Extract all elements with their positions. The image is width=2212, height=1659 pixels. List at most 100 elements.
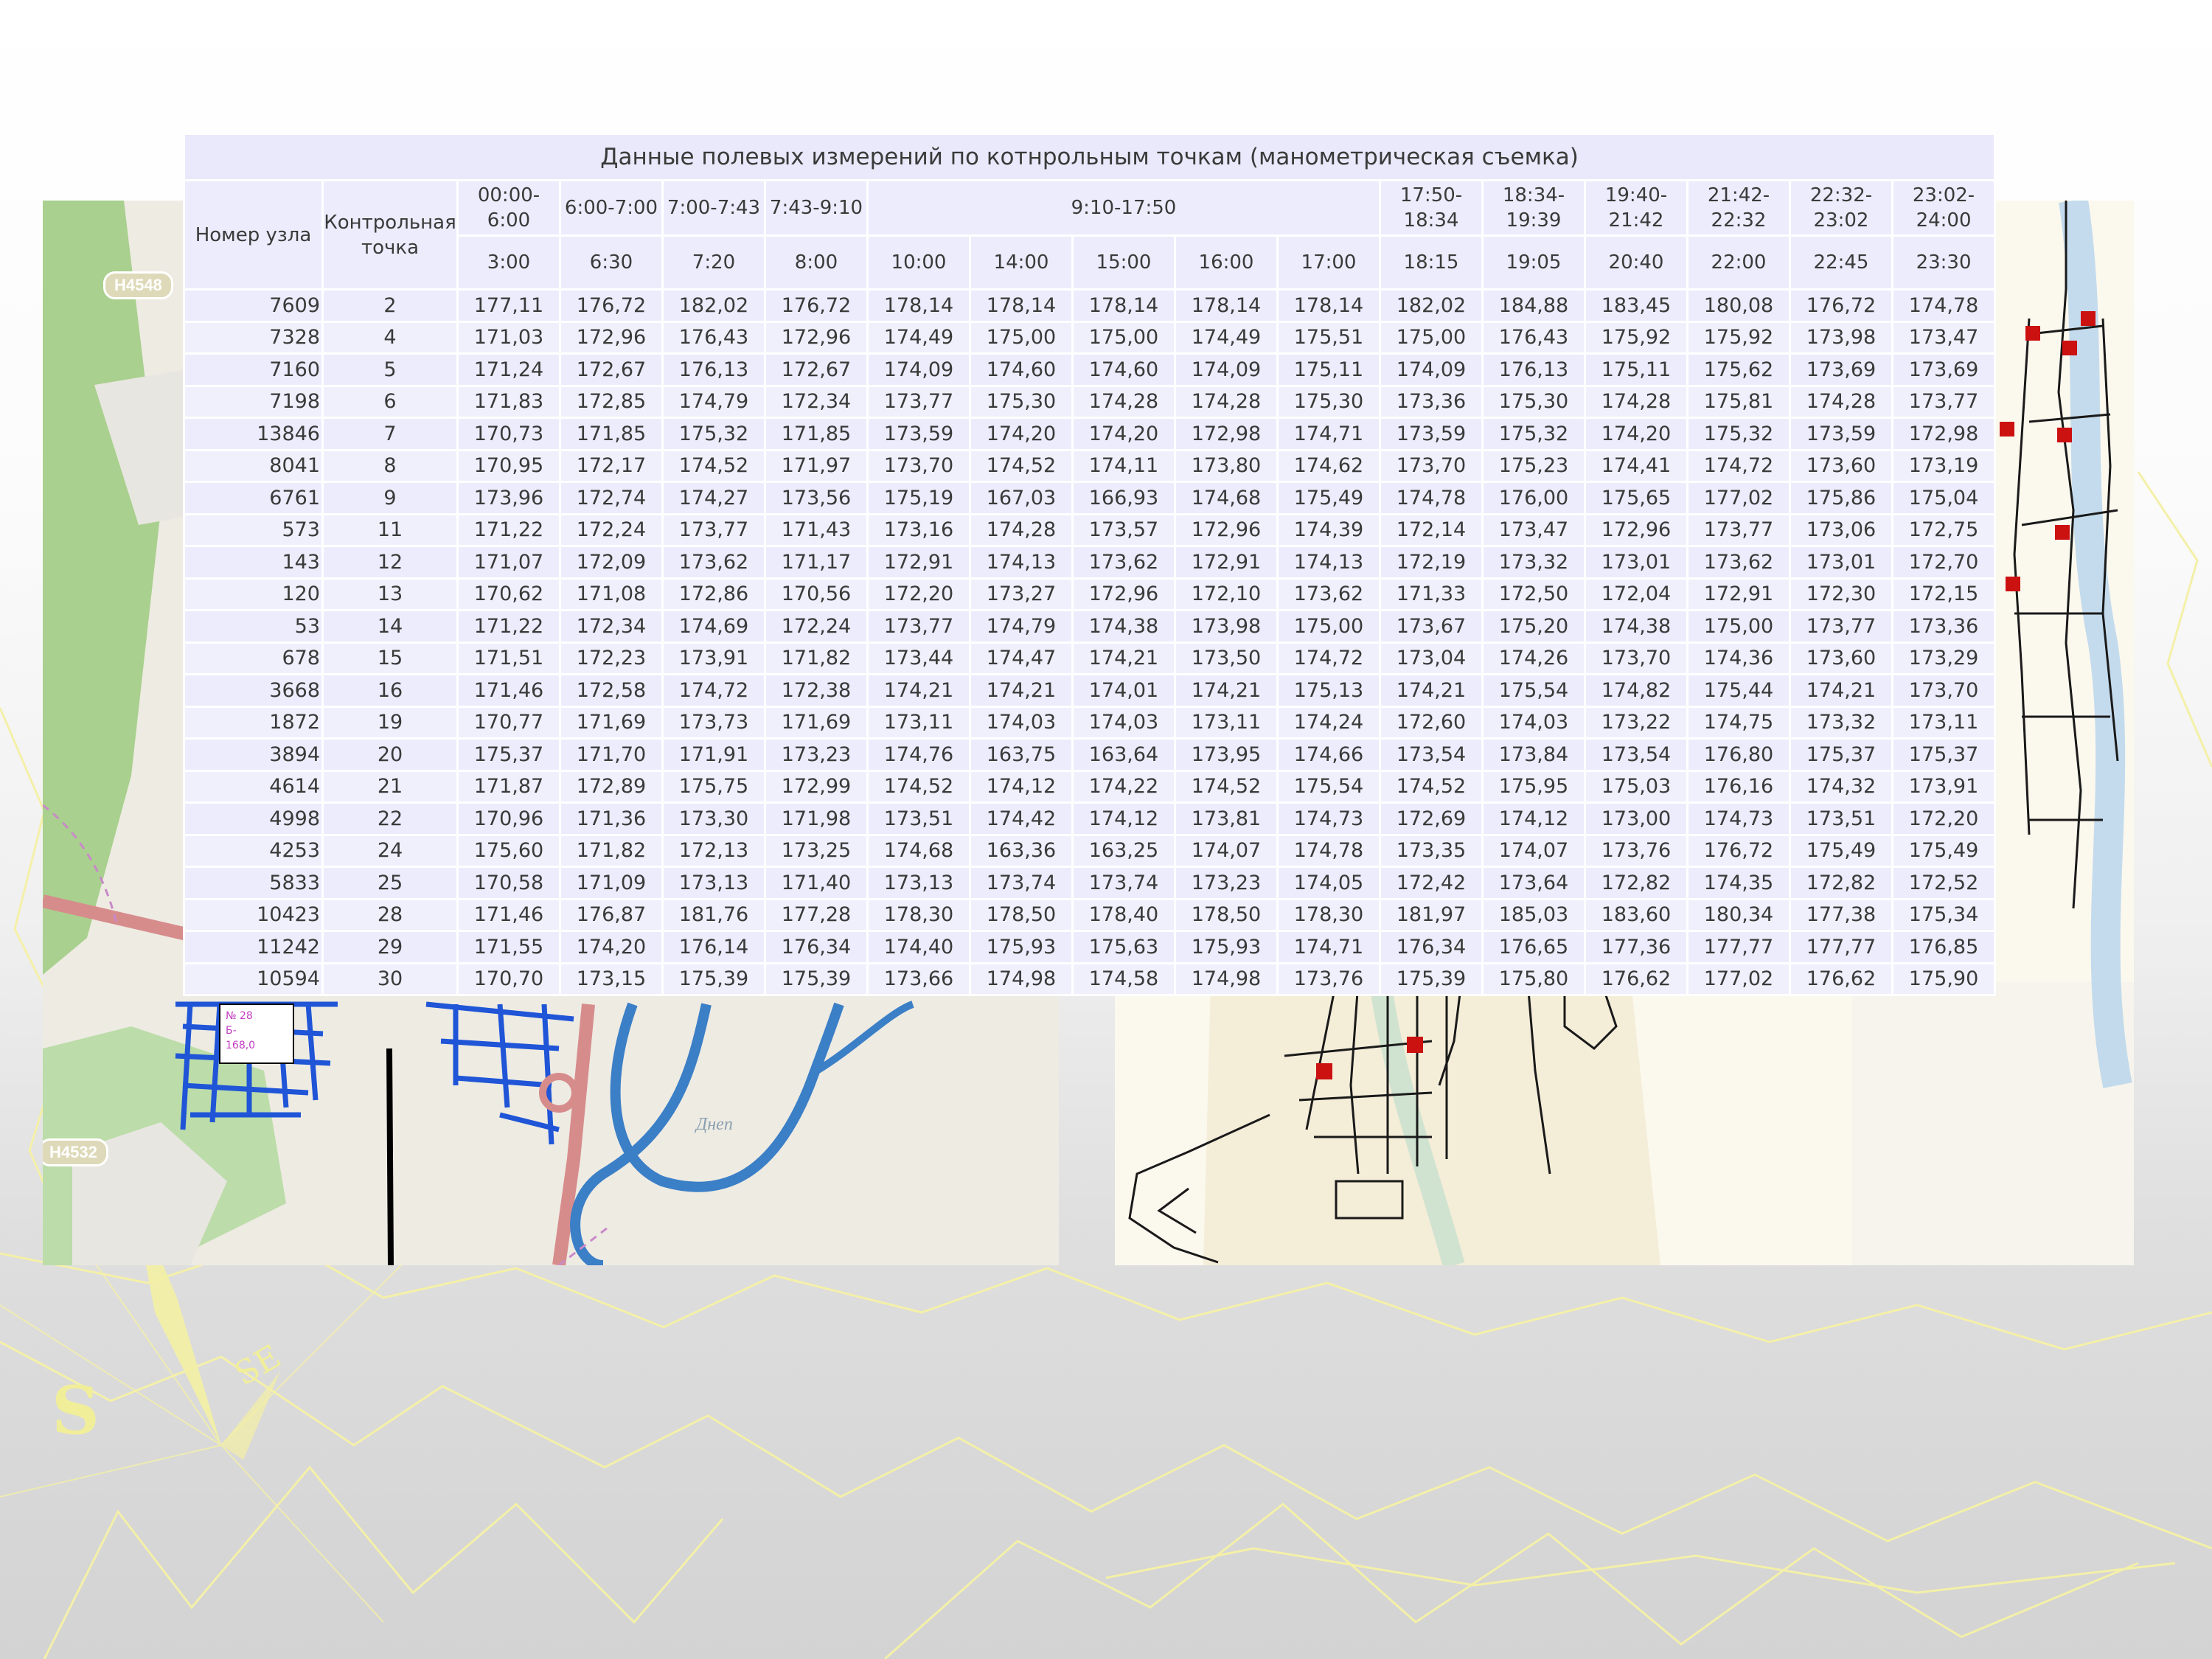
table-title: Данные полевых измерений по котнрольным … — [182, 133, 1997, 181]
cell-pressure-value: 177,11 — [456, 288, 561, 323]
cell-pressure-value: 172,82 — [1584, 866, 1688, 900]
cell-pressure-value: 174,71 — [1276, 417, 1381, 451]
cell-node-number: 143 — [183, 545, 324, 580]
cell-pressure-value: 172,14 — [1379, 512, 1484, 547]
cell-pressure-value: 172,75 — [1891, 512, 1997, 547]
cell-pressure-value: 173,98 — [1174, 609, 1279, 644]
table-row: 13846 7 170,73 171,85 175,32 171,85 173,59 174,… — [183, 417, 1997, 451]
cell-pressure-value: 177,02 — [1686, 961, 1791, 996]
cell-pressure-value: 173,59 — [1789, 417, 1893, 451]
cell-pressure-value: 176,65 — [1481, 930, 1586, 964]
cell-pressure-value: 174,38 — [1071, 609, 1176, 644]
header-time: 10:00 — [866, 234, 971, 291]
cell-pressure-value: 172,30 — [1789, 577, 1893, 611]
cell-pressure-value: 173,67 — [1379, 609, 1484, 644]
cell-pressure-value: 185,03 — [1481, 897, 1586, 932]
cell-pressure-value: 174,28 — [969, 512, 1074, 547]
cell-pressure-value: 175,00 — [969, 320, 1074, 355]
cell-pressure-value: 175,11 — [1276, 352, 1381, 387]
cell-pressure-value: 171,22 — [456, 609, 561, 644]
cell-pressure-value: 174,82 — [1584, 673, 1688, 708]
cell-pressure-value: 173,60 — [1789, 641, 1893, 675]
cell-pressure-value: 174,98 — [1174, 961, 1279, 996]
cell-pressure-value: 175,34 — [1891, 897, 1997, 932]
cell-pressure-value: 174,21 — [866, 673, 971, 708]
header-time-range: 9:10-17:50 — [866, 179, 1381, 237]
cell-pressure-value: 173,13 — [661, 866, 766, 900]
cell-pressure-value: 174,78 — [1891, 288, 1997, 323]
cell-pressure-value: 174,42 — [969, 801, 1074, 836]
cell-pressure-value: 173,98 — [1789, 320, 1893, 355]
cell-pressure-value: 174,13 — [1276, 545, 1381, 580]
cell-control-point: 14 — [321, 609, 459, 644]
measurement-table: Данные полевых измерений по котнрольным … — [182, 133, 1997, 996]
compass-letter: S — [52, 1371, 100, 1450]
cell-pressure-value: 172,24 — [764, 609, 869, 644]
cell-pressure-value: 173,51 — [1789, 801, 1893, 836]
river-label: Днеп — [696, 1115, 733, 1134]
cell-pressure-value: 173,01 — [1789, 545, 1893, 580]
cell-pressure-value: 174,03 — [1481, 705, 1586, 740]
cell-pressure-value: 174,20 — [969, 417, 1074, 451]
cell-node-number: 4998 — [183, 801, 324, 836]
cell-pressure-value: 174,52 — [661, 448, 766, 483]
cell-pressure-value: 173,16 — [866, 512, 971, 547]
header-time-range: 22:32-23:02 — [1789, 179, 1893, 237]
cell-pressure-value: 178,50 — [1174, 897, 1279, 932]
cell-pressure-value: 172,38 — [764, 673, 869, 708]
cell-pressure-value: 166,93 — [1071, 481, 1176, 515]
cell-pressure-value: 172,96 — [559, 320, 664, 355]
cell-pressure-value: 170,62 — [456, 577, 561, 611]
cell-pressure-value: 174,78 — [1379, 481, 1484, 515]
map-annotation-1: № 28 — [226, 1010, 253, 1022]
table-row: 5833 25 170,58 171,09 173,13 171,40 173,13 173,… — [183, 866, 1997, 900]
cell-pressure-value: 174,75 — [1686, 705, 1791, 740]
cell-pressure-value: 172,09 — [559, 545, 664, 580]
cell-pressure-value: 174,03 — [1071, 705, 1176, 740]
cell-pressure-value: 172,89 — [559, 769, 664, 804]
cell-pressure-value: 174,72 — [661, 673, 766, 708]
cell-pressure-value: 173,80 — [1174, 448, 1279, 483]
cell-pressure-value: 176,72 — [1789, 288, 1893, 323]
cell-pressure-value: 174,68 — [866, 833, 971, 868]
cell-pressure-value: 173,62 — [661, 545, 766, 580]
cell-pressure-value: 175,30 — [969, 384, 1074, 419]
cell-pressure-value: 170,96 — [456, 801, 561, 836]
cell-pressure-value: 172,96 — [1071, 577, 1176, 611]
cell-pressure-value: 172,70 — [1891, 545, 1997, 580]
cell-pressure-value: 182,02 — [661, 288, 766, 323]
cell-control-point: 6 — [321, 384, 459, 419]
cell-pressure-value: 171,40 — [764, 866, 869, 900]
cell-pressure-value: 172,91 — [1174, 545, 1279, 580]
cell-pressure-value: 173,47 — [1891, 320, 1997, 355]
cell-pressure-value: 173,96 — [456, 481, 561, 515]
cell-pressure-value: 175,54 — [1276, 769, 1381, 804]
cell-pressure-value: 173,81 — [1174, 801, 1279, 836]
table-row: 1872 19 170,77 171,69 173,73 171,69 173,11 174,… — [183, 705, 1997, 740]
cell-pressure-value: 173,23 — [764, 737, 869, 772]
cell-control-point: 24 — [321, 833, 459, 868]
cell-pressure-value: 172,10 — [1174, 577, 1279, 611]
cell-pressure-value: 175,54 — [1481, 673, 1586, 708]
cell-pressure-value: 177,77 — [1789, 930, 1893, 964]
cell-pressure-value: 174,12 — [1071, 801, 1176, 836]
cell-pressure-value: 171,09 — [559, 866, 664, 900]
cell-pressure-value: 172,91 — [866, 545, 971, 580]
cell-pressure-value: 175,93 — [1174, 930, 1279, 964]
cell-pressure-value: 176,13 — [661, 352, 766, 387]
cell-pressure-value: 171,07 — [456, 545, 561, 580]
cell-pressure-value: 181,76 — [661, 897, 766, 932]
cell-pressure-value: 175,81 — [1686, 384, 1791, 419]
cell-pressure-value: 175,13 — [1276, 673, 1381, 708]
cell-pressure-value: 174,21 — [1379, 673, 1484, 708]
cell-pressure-value: 173,35 — [1379, 833, 1484, 868]
cell-pressure-value: 171,03 — [456, 320, 561, 355]
cell-pressure-value: 173,76 — [1276, 961, 1381, 996]
cell-pressure-value: 175,32 — [1481, 417, 1586, 451]
cell-pressure-value: 174,27 — [661, 481, 766, 515]
cell-pressure-value: 173,44 — [866, 641, 971, 675]
cell-pressure-value: 178,50 — [969, 897, 1074, 932]
cell-pressure-value: 174,79 — [661, 384, 766, 419]
cell-pressure-value: 178,30 — [1276, 897, 1381, 932]
cell-pressure-value: 174,40 — [866, 930, 971, 964]
